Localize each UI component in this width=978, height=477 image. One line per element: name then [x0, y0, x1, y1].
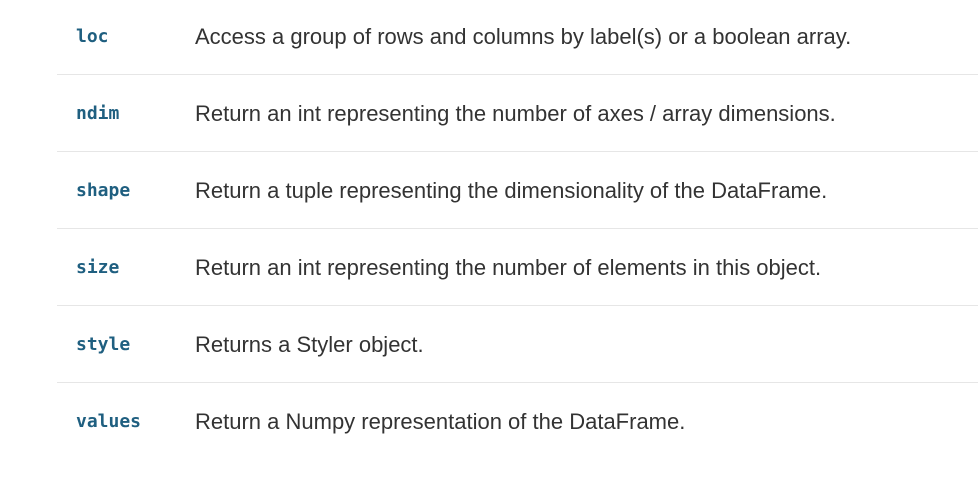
- attribute-description: Return an int representing the number of…: [195, 255, 822, 280]
- table-row: shape Return a tuple representing the di…: [57, 152, 978, 229]
- attributes-table: loc Access a group of rows and columns b…: [57, 0, 978, 462]
- attribute-link-style[interactable]: style: [76, 306, 130, 383]
- table-row: ndim Return an int representing the numb…: [57, 75, 978, 152]
- attribute-link-values[interactable]: values: [76, 383, 141, 460]
- attribute-link-loc[interactable]: loc: [76, 0, 109, 75]
- table-row: style Returns a Styler object.: [57, 306, 978, 383]
- attribute-description: Return an int representing the number of…: [195, 101, 836, 126]
- attribute-description: Return a Numpy representation of the Dat…: [195, 409, 686, 434]
- table-row: values Return a Numpy representation of …: [57, 383, 978, 460]
- attribute-link-ndim[interactable]: ndim: [76, 75, 119, 152]
- attribute-description: Return a tuple representing the dimensio…: [195, 178, 828, 203]
- attribute-link-shape[interactable]: shape: [76, 152, 130, 229]
- table-row: loc Access a group of rows and columns b…: [57, 0, 978, 75]
- attribute-description: Returns a Styler object.: [195, 332, 424, 357]
- attribute-description: Access a group of rows and columns by la…: [195, 24, 852, 49]
- attribute-link-size[interactable]: size: [76, 229, 119, 306]
- table-row: size Return an int representing the numb…: [57, 229, 978, 306]
